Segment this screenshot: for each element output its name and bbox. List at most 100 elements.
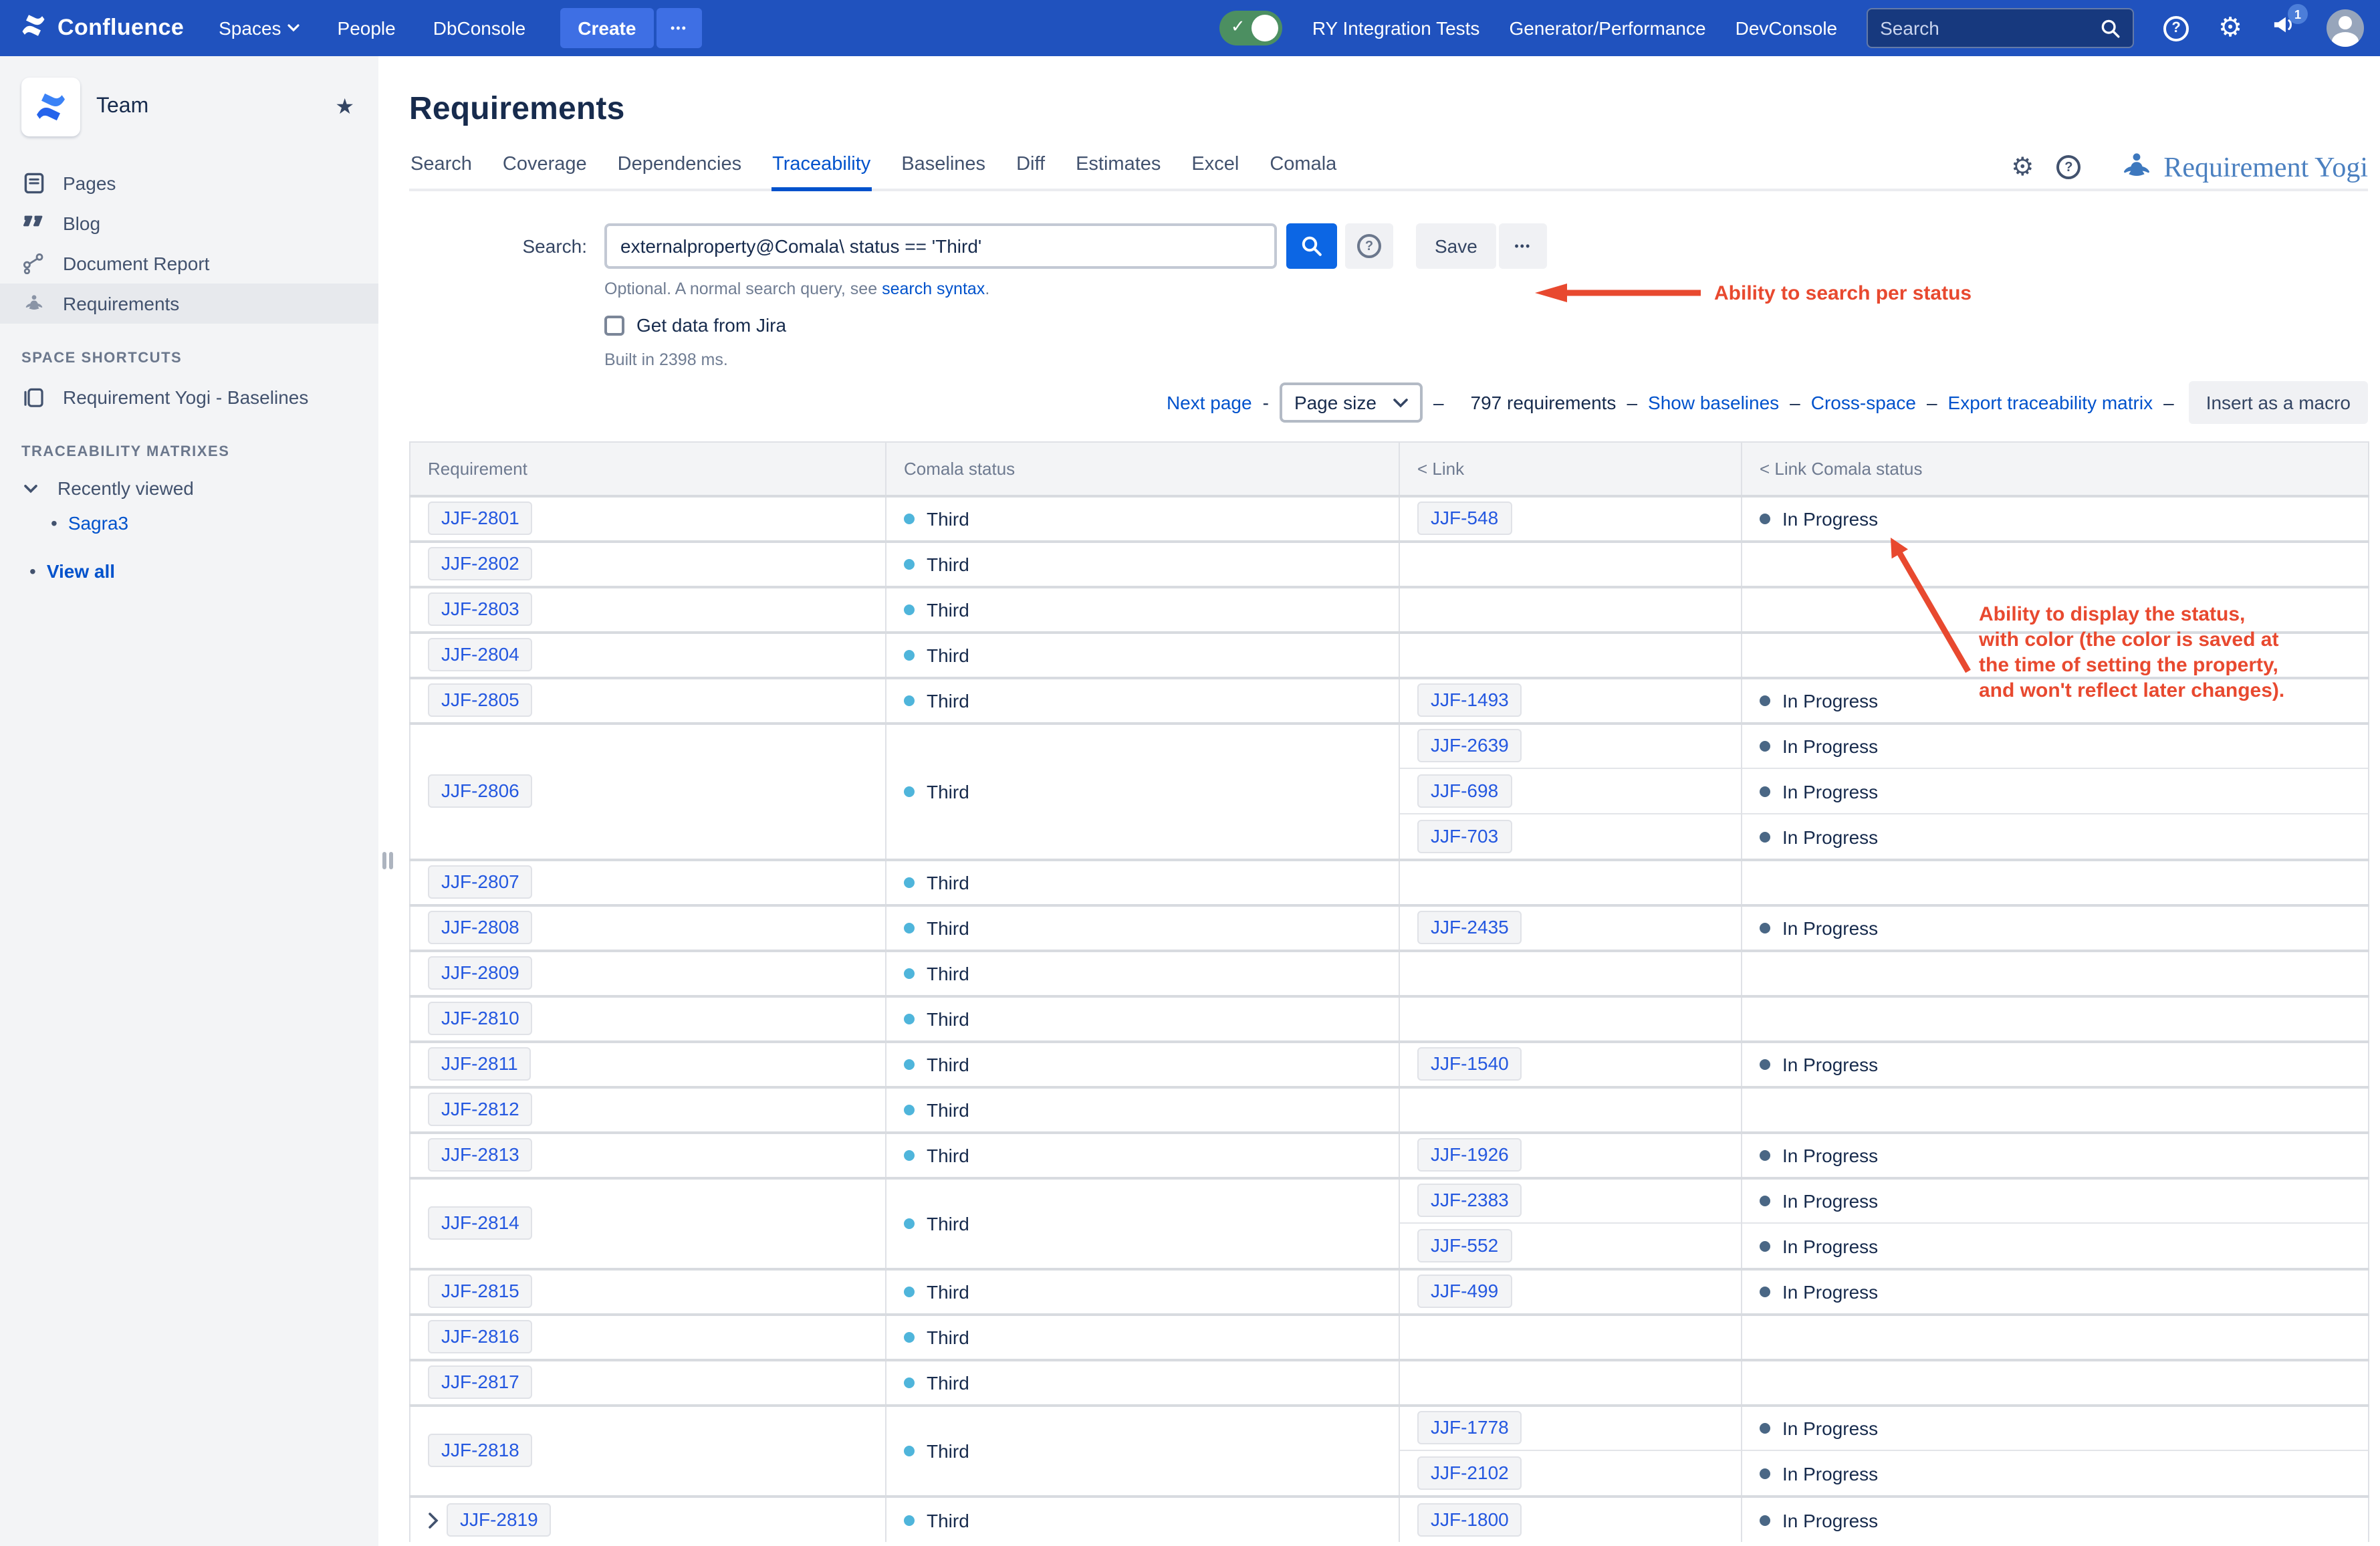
tab-search[interactable]: Search bbox=[409, 146, 473, 191]
requirement-key-lozenge[interactable]: JJF-1540 bbox=[1417, 1047, 1522, 1081]
requirement-key-lozenge[interactable]: JJF-2803 bbox=[428, 592, 533, 626]
sidebar-item-document-report[interactable]: Document Report bbox=[0, 243, 378, 284]
menu-people[interactable]: People bbox=[338, 17, 396, 39]
query-input[interactable] bbox=[604, 223, 1277, 269]
insert-as-macro-button[interactable]: Insert as a macro bbox=[2189, 381, 2368, 424]
view-all-link[interactable]: View all bbox=[47, 560, 115, 582]
requirement-key-lozenge[interactable]: JJF-2816 bbox=[428, 1320, 533, 1353]
run-search-button[interactable] bbox=[1286, 223, 1337, 269]
show-baselines-link[interactable]: Show baselines bbox=[1648, 392, 1779, 413]
confluence-logo[interactable]: Confluence bbox=[19, 10, 184, 46]
tab-dependencies[interactable]: Dependencies bbox=[616, 146, 743, 191]
tab-excel[interactable]: Excel bbox=[1190, 146, 1240, 191]
expand-chevron-icon[interactable] bbox=[428, 1513, 439, 1529]
requirement-key-lozenge[interactable]: JJF-2818 bbox=[428, 1434, 533, 1467]
requirement-key-lozenge[interactable]: JJF-2808 bbox=[428, 911, 533, 944]
requirement-key-lozenge[interactable]: JJF-1926 bbox=[1417, 1138, 1522, 1172]
recently-viewed-toggle[interactable]: Recently viewed bbox=[0, 471, 378, 506]
menu-spaces[interactable]: Spaces bbox=[219, 17, 300, 39]
top-menu: Spaces People DbConsole bbox=[219, 17, 525, 39]
menu-dbconsole[interactable]: DbConsole bbox=[433, 17, 526, 39]
search-more-button[interactable]: ••• bbox=[1499, 223, 1547, 269]
tab-diff[interactable]: Diff bbox=[1015, 146, 1046, 191]
tab-baselines[interactable]: Baselines bbox=[900, 146, 987, 191]
requirement-key-lozenge[interactable]: JJF-2814 bbox=[428, 1206, 533, 1240]
requirement-key-lozenge[interactable]: JJF-2809 bbox=[428, 956, 533, 990]
requirement-key-lozenge[interactable]: JJF-2639 bbox=[1417, 730, 1522, 763]
sidebar-item-blog[interactable]: Blog bbox=[0, 203, 378, 243]
page-size-select[interactable]: Page size bbox=[1280, 382, 1423, 423]
tab-traceability[interactable]: Traceability bbox=[771, 146, 872, 191]
help-suffix: . bbox=[985, 280, 989, 298]
requirement-key-lozenge[interactable]: JJF-1778 bbox=[1417, 1412, 1522, 1445]
link-status-cell bbox=[1742, 1087, 2369, 1132]
settings-gear-icon[interactable]: ⚙ bbox=[2218, 15, 2242, 41]
requirement-key-lozenge[interactable]: JJF-2819 bbox=[447, 1503, 552, 1536]
requirement-key-lozenge[interactable]: JJF-2812 bbox=[428, 1093, 533, 1126]
table-row: JJF-2801ThirdJJF-548In Progress bbox=[410, 495, 2369, 541]
requirement-key-lozenge[interactable]: JJF-2813 bbox=[428, 1138, 533, 1172]
help-icon[interactable]: ? bbox=[2163, 15, 2189, 41]
favorite-star-icon[interactable]: ★ bbox=[335, 94, 354, 120]
sidebar-item-requirement-yogi-baselines[interactable]: Requirement Yogi - Baselines bbox=[0, 377, 378, 417]
requirement-key-lozenge[interactable]: JJF-703 bbox=[1417, 820, 1512, 853]
search-syntax-link[interactable]: search syntax bbox=[882, 280, 985, 298]
requirement-key-lozenge[interactable]: JJF-2383 bbox=[1417, 1184, 1522, 1218]
tab-comala[interactable]: Comala bbox=[1268, 146, 1338, 191]
requirement-key-lozenge[interactable]: JJF-2817 bbox=[428, 1365, 533, 1399]
link-status-cell bbox=[1742, 1314, 2369, 1359]
help-icon[interactable]: ? bbox=[2056, 155, 2080, 179]
next-page-link[interactable]: Next page bbox=[1167, 392, 1252, 413]
requirement-key-lozenge[interactable]: JJF-2805 bbox=[428, 683, 533, 717]
more-actions-button[interactable]: ••• bbox=[656, 8, 701, 48]
link-cell bbox=[1399, 541, 1742, 586]
requirement-key-lozenge[interactable]: JJF-2807 bbox=[428, 865, 533, 899]
tab-estimates[interactable]: Estimates bbox=[1074, 146, 1162, 191]
requirement-key-lozenge[interactable]: JJF-698 bbox=[1417, 774, 1512, 808]
link-cell: JJF-1493 bbox=[1399, 677, 1742, 723]
requirement-key-lozenge[interactable]: JJF-2102 bbox=[1417, 1456, 1522, 1490]
comala-status-cell: Third bbox=[886, 1178, 1399, 1268]
requirement-key-lozenge[interactable]: JJF-552 bbox=[1417, 1229, 1512, 1262]
announcements-icon[interactable]: 1 bbox=[2272, 13, 2297, 43]
tab-coverage[interactable]: Coverage bbox=[501, 146, 588, 191]
space-logo[interactable] bbox=[21, 78, 80, 136]
requirement-key-lozenge[interactable]: JJF-2804 bbox=[428, 638, 533, 671]
export-traceability-matrix-link[interactable]: Export traceability matrix bbox=[1948, 392, 2153, 413]
global-search-input[interactable] bbox=[1880, 17, 2090, 39]
requirement-key-lozenge[interactable]: JJF-2801 bbox=[428, 502, 533, 535]
status-toggle[interactable]: ✓ bbox=[1220, 11, 1283, 45]
requirement-key-lozenge[interactable]: JJF-2810 bbox=[428, 1002, 533, 1035]
recent-matrix-link[interactable]: Sagra3 bbox=[68, 512, 128, 534]
status-label: In Progress bbox=[1782, 1509, 1878, 1531]
cross-space-link[interactable]: Cross-space bbox=[1811, 392, 1916, 413]
create-button[interactable]: Create bbox=[560, 8, 653, 48]
settings-gear-icon[interactable]: ⚙ bbox=[2011, 154, 2034, 180]
requirement-key-lozenge[interactable]: JJF-1800 bbox=[1417, 1503, 1522, 1536]
sidebar-item-requirements[interactable]: Requirements bbox=[0, 284, 378, 324]
jira-checkbox[interactable] bbox=[604, 315, 624, 335]
chevron-down-icon bbox=[21, 483, 40, 493]
requirement-key-lozenge[interactable]: JJF-2802 bbox=[428, 547, 533, 580]
space-name[interactable]: Team bbox=[96, 95, 319, 119]
save-button[interactable]: Save bbox=[1416, 223, 1496, 269]
status-donut-icon bbox=[904, 1105, 915, 1115]
requirement-key-lozenge[interactable]: JJF-2806 bbox=[428, 774, 533, 808]
requirement-key-lozenge[interactable]: JJF-499 bbox=[1417, 1275, 1512, 1308]
link-generator-performance[interactable]: Generator/Performance bbox=[1509, 17, 1705, 39]
link-devconsole[interactable]: DevConsole bbox=[1736, 17, 1838, 39]
user-avatar[interactable] bbox=[2327, 9, 2364, 47]
requirement-key-lozenge[interactable]: JJF-2435 bbox=[1417, 911, 1522, 944]
status: Third bbox=[904, 645, 969, 666]
requirement-key-lozenge[interactable]: JJF-2811 bbox=[428, 1047, 531, 1081]
link-ry-integration-tests[interactable]: RY Integration Tests bbox=[1312, 17, 1480, 39]
link-cell: JJF-1800 bbox=[1399, 1496, 1742, 1541]
traceability-matrixes-heading: TRACEABILITY MATRIXES bbox=[21, 444, 357, 460]
global-search-box[interactable] bbox=[1867, 8, 2134, 48]
requirement-key-lozenge[interactable]: JJF-2815 bbox=[428, 1275, 533, 1308]
requirement-key-lozenge[interactable]: JJF-548 bbox=[1417, 502, 1512, 535]
status: In Progress bbox=[1760, 690, 1878, 711]
query-help-button[interactable]: ? bbox=[1345, 223, 1393, 269]
sidebar-item-pages[interactable]: Pages bbox=[0, 163, 378, 203]
requirement-key-lozenge[interactable]: JJF-1493 bbox=[1417, 683, 1522, 717]
